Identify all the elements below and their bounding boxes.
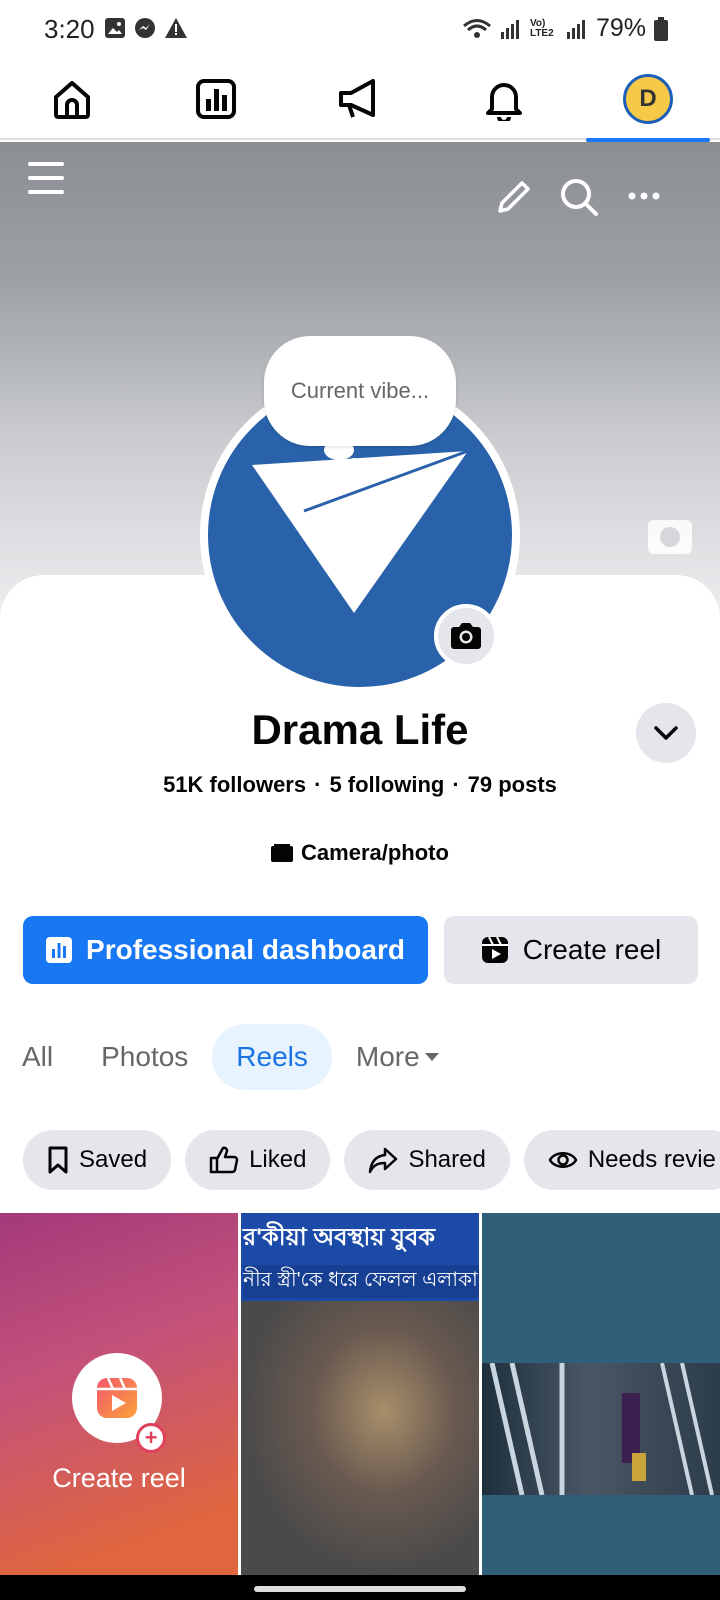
signal-icon bbox=[500, 19, 519, 39]
caret-down-icon bbox=[424, 1053, 439, 1061]
filter-chips: Saved Liked Shared Needs revie bbox=[23, 1130, 720, 1190]
plus-icon: + bbox=[136, 1423, 166, 1453]
window-frame-graphic bbox=[489, 1363, 714, 1495]
bell-icon bbox=[486, 83, 522, 121]
eye-icon bbox=[548, 1152, 578, 1168]
chip-liked[interactable]: Liked bbox=[185, 1130, 331, 1190]
status-bar: 3:20 Vo) LTE2 79% bbox=[0, 0, 720, 58]
bookmark-icon bbox=[48, 1146, 68, 1174]
edit-icon[interactable] bbox=[494, 177, 534, 217]
professional-dashboard-button[interactable]: Professional dashboard bbox=[23, 916, 428, 984]
menu-icon[interactable] bbox=[26, 158, 66, 198]
thumbs-up-icon bbox=[209, 1146, 239, 1174]
dashboard-button-label: Professional dashboard bbox=[86, 934, 405, 965]
battery-percent: 79% bbox=[595, 14, 646, 42]
create-reel-label: Create reel bbox=[522, 934, 662, 965]
chip-label: Liked bbox=[249, 1146, 307, 1173]
reel-image bbox=[241, 1301, 479, 1575]
posts-count[interactable]: 79 posts bbox=[468, 772, 557, 797]
reel-image bbox=[482, 1363, 720, 1495]
reel-thumbnail[interactable]: র'কীয়া অবস্থায় যুবক নীর স্ত্রী'কে ধরে … bbox=[241, 1213, 479, 1575]
tab-reels[interactable]: Reels bbox=[212, 1024, 332, 1090]
news-headline: র'কীয়া অবস্থায় যুবক bbox=[243, 1224, 436, 1251]
search-icon[interactable] bbox=[558, 176, 600, 218]
share-icon bbox=[369, 1147, 398, 1174]
tab-all[interactable]: All bbox=[0, 1024, 77, 1090]
home-gesture-handle[interactable] bbox=[254, 1586, 466, 1592]
profile-camera-button[interactable] bbox=[434, 604, 498, 668]
page-title: Drama Life bbox=[251, 706, 469, 753]
status-time: 3:20 bbox=[44, 14, 95, 44]
battery-icon bbox=[654, 16, 668, 41]
avatar: D bbox=[623, 74, 673, 124]
profile-stats: 51K followers · 5 following · 79 posts bbox=[0, 772, 720, 798]
expand-button[interactable] bbox=[636, 703, 696, 763]
dashboard-icon bbox=[46, 937, 73, 963]
news-banner: র'কীয়া অবস্থায় যুবক নীর স্ত্রী'কে ধরে … bbox=[241, 1213, 479, 1301]
following-count[interactable]: 5 following bbox=[329, 772, 444, 797]
create-reel-tile-label: Create reel bbox=[52, 1463, 186, 1493]
notification-icons bbox=[104, 17, 188, 39]
content-tabs: All Photos Reels More bbox=[22, 1022, 464, 1092]
stats-separator: · bbox=[452, 772, 460, 797]
thought-bubble[interactable]: Current vibe... bbox=[264, 336, 456, 446]
gallery-icon bbox=[105, 18, 125, 38]
chip-needs-review[interactable]: Needs revie bbox=[523, 1130, 720, 1190]
nav-profile[interactable]: D bbox=[576, 58, 720, 142]
camera-icon bbox=[451, 623, 481, 649]
category-label: Camera/photo bbox=[301, 840, 449, 865]
create-reel-tile[interactable]: + Create reel bbox=[0, 1213, 238, 1575]
tab-more[interactable]: More bbox=[332, 1024, 464, 1090]
reel-icon bbox=[481, 936, 508, 963]
network-label: Vo) LTE2 bbox=[529, 17, 554, 39]
chevron-down-icon bbox=[654, 726, 678, 740]
news-subheadline: নীর স্ত্রী'কে ধরে ফেলল এলাকা bbox=[243, 1265, 479, 1298]
nav-notifications[interactable] bbox=[432, 58, 576, 140]
tab-more-label: More bbox=[355, 1041, 420, 1072]
signal-icon-2 bbox=[566, 19, 585, 39]
chip-label: Needs revie bbox=[587, 1146, 716, 1173]
top-nav-bar: D bbox=[0, 58, 720, 142]
reels-logo-icon bbox=[97, 1377, 137, 1418]
cover-camera-icon[interactable] bbox=[648, 520, 692, 554]
messenger-icon bbox=[135, 18, 155, 38]
followers-count[interactable]: 51K followers bbox=[163, 772, 306, 797]
bubble-tail-dot bbox=[348, 458, 360, 470]
chip-label: Saved bbox=[79, 1146, 148, 1173]
page-category: Camera/photo bbox=[0, 840, 720, 866]
nav-home[interactable] bbox=[0, 58, 144, 140]
megaphone-icon bbox=[339, 79, 375, 118]
more-options-icon[interactable] bbox=[626, 188, 662, 204]
chip-saved[interactable]: Saved bbox=[23, 1130, 172, 1190]
home-icon bbox=[54, 81, 90, 119]
chip-label: Shared bbox=[408, 1146, 486, 1173]
reel-thumbnail[interactable] bbox=[482, 1213, 720, 1575]
create-reel-button[interactable]: Create reel bbox=[444, 916, 698, 984]
nav-ads[interactable] bbox=[288, 58, 432, 140]
wifi-icon bbox=[462, 18, 491, 38]
dashboard-icon bbox=[196, 79, 236, 119]
status-right: Vo) LTE2 79% bbox=[462, 14, 668, 43]
warning-icon bbox=[165, 18, 187, 38]
stats-separator: · bbox=[314, 772, 322, 797]
tab-photos[interactable]: Photos bbox=[77, 1024, 212, 1090]
reels-grid: + Create reel র'কীয়া অবস্থায় যুবক নীর … bbox=[0, 1213, 720, 1575]
clapperboard-icon bbox=[271, 844, 294, 862]
chip-shared[interactable]: Shared bbox=[344, 1130, 510, 1190]
nav-dashboard[interactable] bbox=[144, 58, 288, 140]
